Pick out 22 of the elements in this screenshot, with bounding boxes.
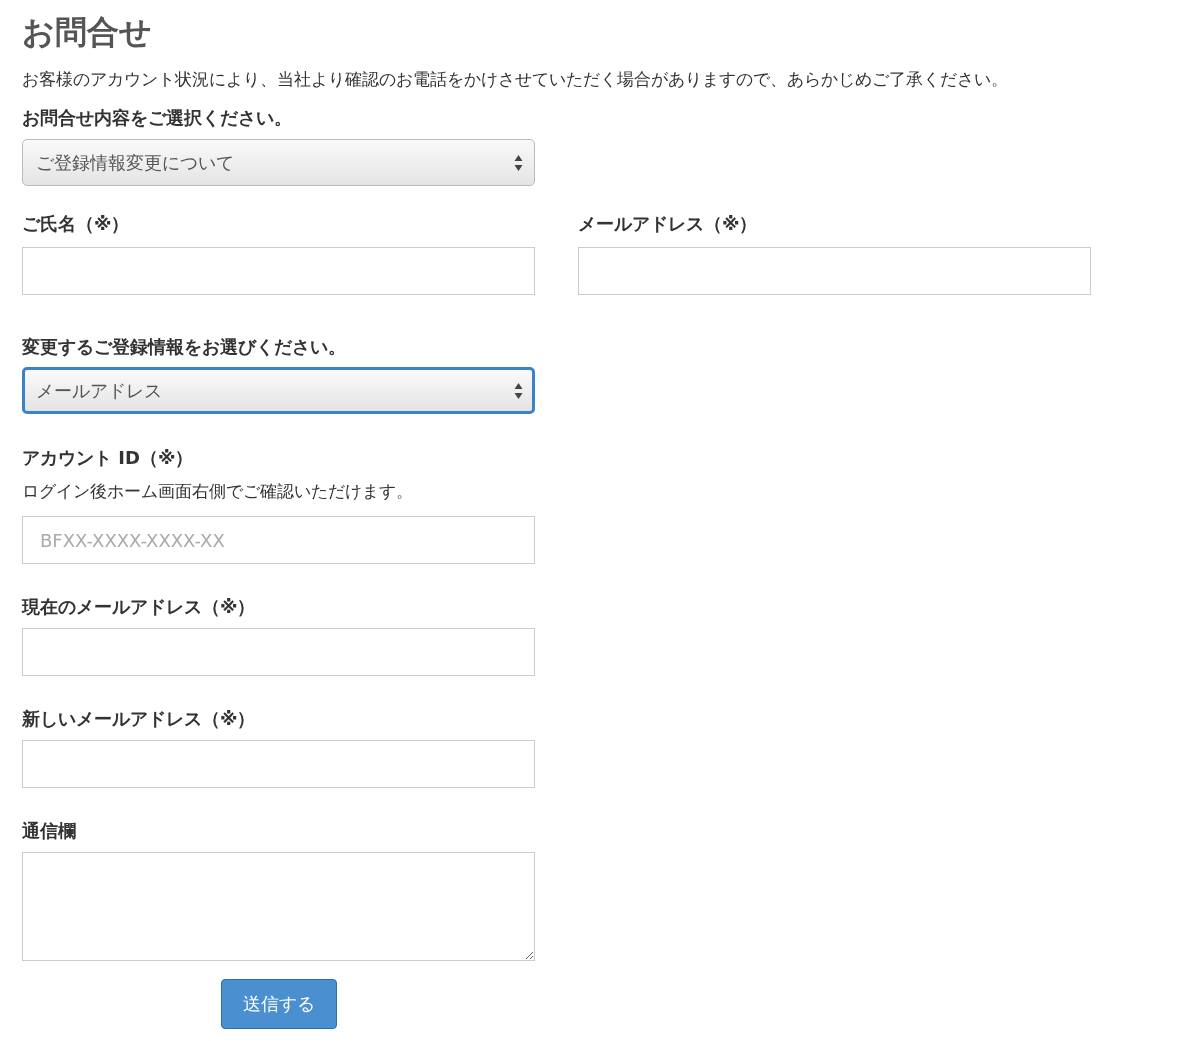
field-label: 変更するご登録情報をお選びください。 [22,335,347,359]
hint-text: ログイン後ホーム画面右側でご確認いただけます。 [22,480,414,503]
current-email-input[interactable] [22,628,535,676]
submit-button[interactable]: 送信する [220,979,337,1029]
new-email-input[interactable] [22,740,535,788]
up-down-arrows-icon [514,381,523,400]
field-label: 通信欄 [22,819,77,843]
up-down-arrows-icon [514,153,523,172]
dropdown[interactable]: ご登録情報変更について [22,139,535,186]
field-label: メールアドレス（※） [578,212,759,236]
field-label: アカウント ID（※） [22,446,195,470]
field-label: ご氏名（※） [22,212,131,236]
description-text: お客様のアカウント状況により、当社より確認のお電話をかけさせていただく場合がありますので、あらかじめご了承ください。 [22,68,1009,91]
page-title: お問合せ [22,12,153,52]
email-input[interactable] [578,247,1091,295]
dropdown[interactable]: メールアドレス [22,367,535,414]
account-id-input[interactable]: BFXX-XXXX-XXXX-XX [22,516,535,564]
name-input[interactable] [22,247,535,295]
field-label: お問合せ内容をご選択ください。 [22,106,293,130]
field-label: 現在のメールアドレス（※） [22,595,257,619]
message-textarea[interactable] [22,852,535,961]
field-label: 新しいメールアドレス（※） [22,707,257,731]
